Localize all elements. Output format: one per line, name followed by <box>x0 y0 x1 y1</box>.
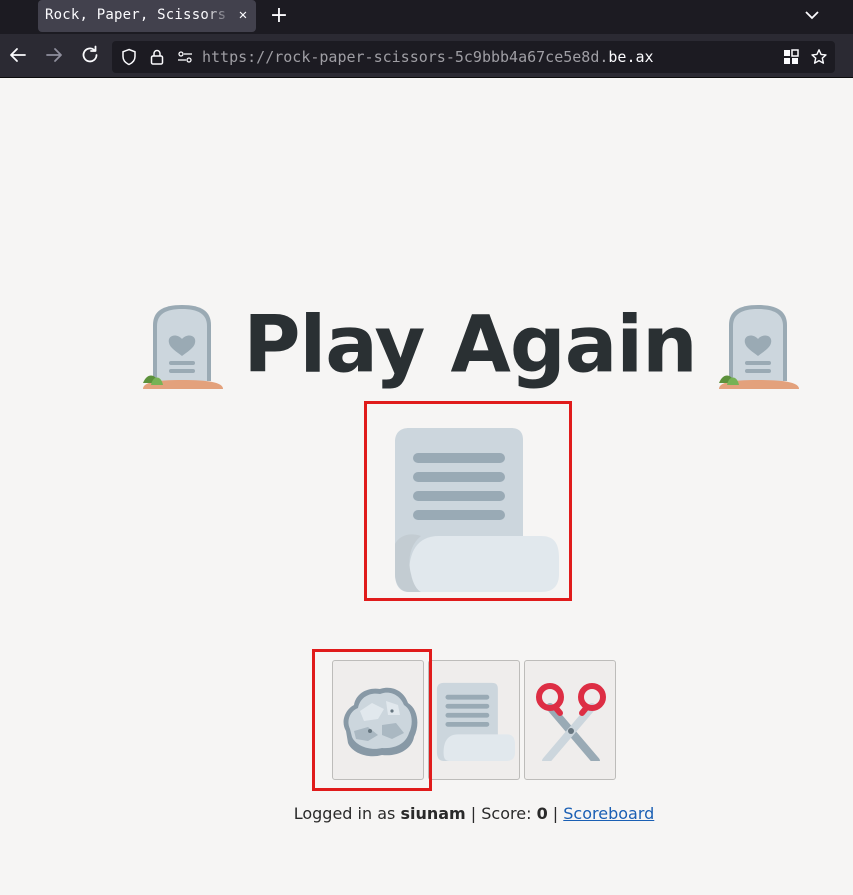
scissors-icon <box>536 683 606 761</box>
paper-icon <box>436 682 515 761</box>
logged-in-label: Logged in as <box>293 804 401 823</box>
username: siunam <box>400 804 466 823</box>
close-icon[interactable]: ✕ <box>234 6 252 24</box>
url-prefix: https://rock-paper-scissors-5c9bbb4a67ce… <box>202 48 609 66</box>
scoreboard-link[interactable]: Scoreboard <box>563 804 654 823</box>
reload-icon[interactable] <box>78 43 102 67</box>
tab-title: Rock, Paper, Scissors <box>45 7 227 23</box>
url-host: be.ax <box>608 48 654 66</box>
lock-icon[interactable] <box>148 48 166 66</box>
headstone-icon <box>143 304 224 389</box>
heading-text: Play Again <box>243 300 697 391</box>
chevron-down-icon[interactable] <box>800 4 824 26</box>
rock-button[interactable] <box>332 660 424 780</box>
separator: | <box>547 804 564 823</box>
qr-code-icon[interactable] <box>782 48 800 66</box>
url-bar[interactable]: https://rock-paper-scissors-5c9bbb4a67ce… <box>112 41 835 73</box>
tab-bar: Rock, Paper, Scissors ✕ + <box>0 0 853 34</box>
permissions-icon[interactable] <box>176 48 194 66</box>
browser-tab[interactable]: Rock, Paper, Scissors ✕ <box>38 0 256 32</box>
bookmark-star-icon[interactable] <box>810 48 828 66</box>
score-value: 0 <box>536 804 548 823</box>
shield-icon[interactable] <box>120 48 138 66</box>
scissors-button[interactable] <box>524 660 616 780</box>
headstone-icon <box>718 304 799 389</box>
rock-icon <box>343 687 418 757</box>
score-label: | Score: <box>465 804 537 823</box>
paper-icon <box>395 428 559 592</box>
forward-icon[interactable] <box>42 43 66 67</box>
plus-icon[interactable]: + <box>268 3 290 29</box>
page-title: Play Again <box>0 296 853 391</box>
back-icon[interactable] <box>6 43 30 67</box>
url-text: https://rock-paper-scissors-5c9bbb4a67ce… <box>202 48 654 66</box>
status-line: Logged in as siunam | Score: 0 | Scorebo… <box>0 804 853 823</box>
navigation-bar: https://rock-paper-scissors-5c9bbb4a67ce… <box>0 34 853 78</box>
result-highlight <box>364 401 572 601</box>
paper-button[interactable] <box>428 660 520 780</box>
